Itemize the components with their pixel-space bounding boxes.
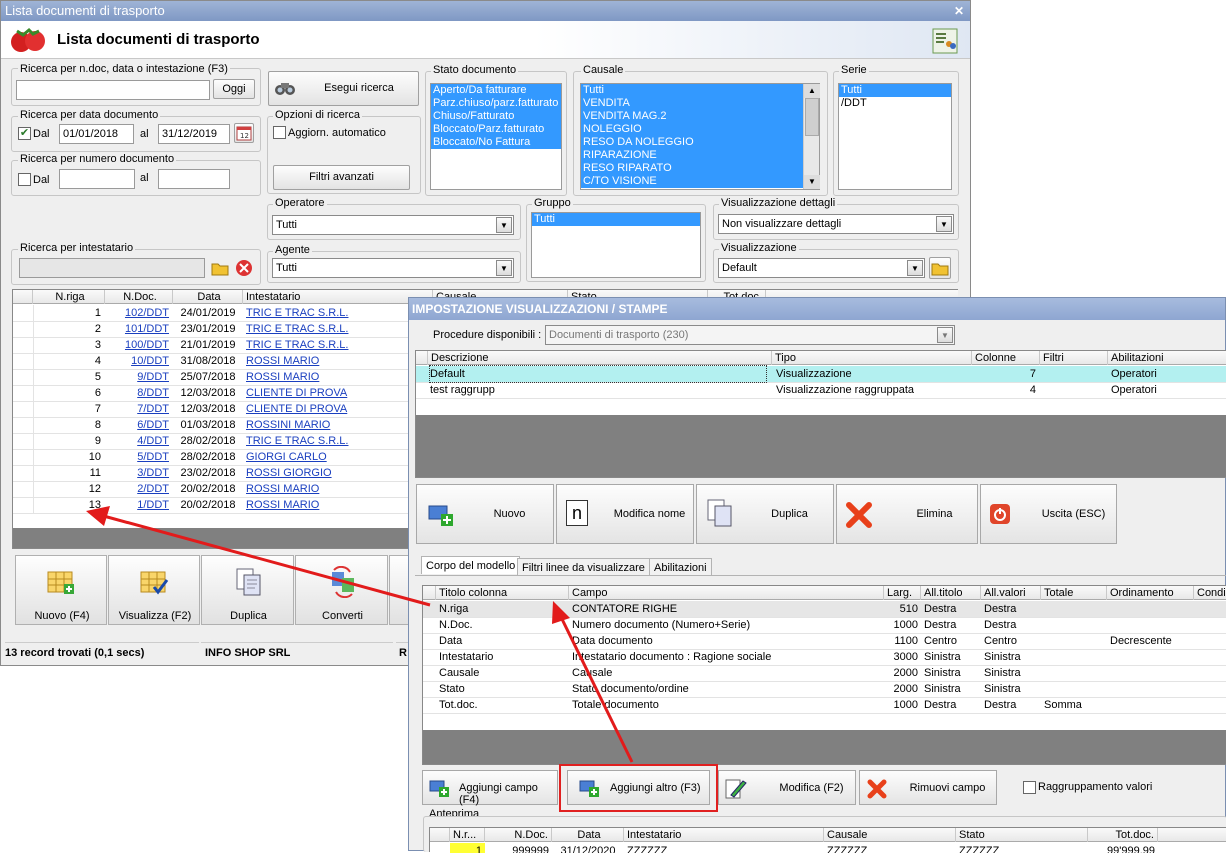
arrow-line bbox=[99, 513, 431, 607]
arrow-line bbox=[558, 614, 634, 763]
arrow-head bbox=[86, 506, 110, 526]
annotation-arrows bbox=[86, 506, 634, 763]
arrow-head bbox=[552, 601, 570, 624]
